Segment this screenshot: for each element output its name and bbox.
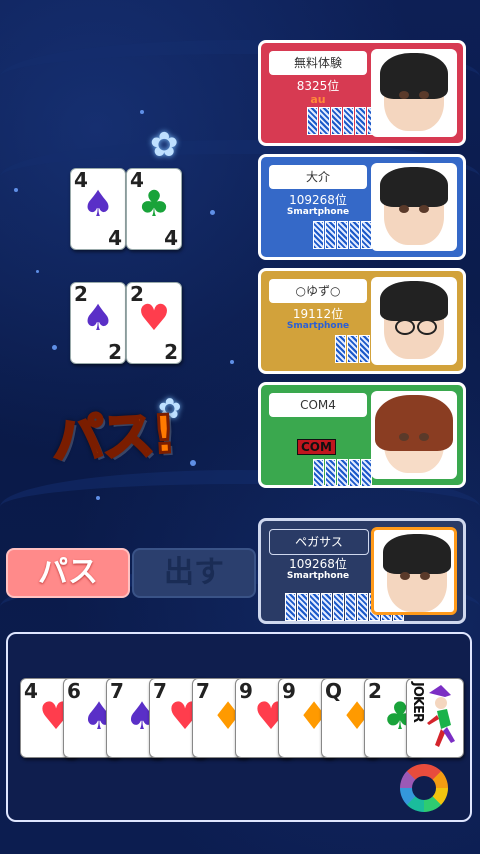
card-rank: 4: [164, 226, 178, 250]
player-name: COM4: [269, 393, 367, 417]
card-rank: 4: [108, 226, 122, 250]
card-rank: 6: [67, 679, 81, 703]
spade-icon: ♠: [81, 298, 115, 339]
player-name: ペガサス: [269, 529, 369, 555]
avatar: [371, 163, 457, 251]
player-panel: ○ゆず○ 19112位 Smartphone: [258, 268, 466, 374]
com-badge: COM: [297, 439, 336, 455]
card-deck: [307, 107, 378, 135]
sparkle: [52, 345, 57, 350]
player-device: Smartphone: [286, 571, 350, 581]
joker-icon: [427, 685, 455, 747]
played-card: 2 ♠ 2: [70, 282, 126, 364]
player-rank: 109268位: [289, 557, 347, 571]
card-rank: 2: [368, 679, 382, 703]
played-card: 4 ♠ 4: [70, 168, 126, 250]
player-panel-self: ペガサス 109268位 Smartphone: [258, 518, 466, 624]
card-rank: 7: [196, 679, 210, 703]
player-device: Smartphone: [286, 321, 350, 331]
sparkle: [210, 210, 215, 215]
avatar: [371, 391, 457, 479]
player-name: ○ゆず○: [269, 279, 367, 303]
player-name: 無料体験: [269, 51, 367, 75]
player-panel: 大介 109268位 Smartphone: [258, 154, 466, 260]
avatar: [371, 277, 457, 365]
card-rank: 7: [153, 679, 167, 703]
player-name: 大介: [269, 165, 367, 189]
pass-announcement: パス!: [49, 403, 177, 472]
sparkle: [230, 360, 234, 364]
spade-icon: ♠: [81, 184, 115, 225]
sparkle: [36, 270, 39, 273]
club-icon: ♣: [137, 184, 171, 225]
avatar: [371, 49, 457, 137]
card-deck: [335, 335, 370, 363]
player-device: Smartphone: [286, 207, 350, 217]
color-wheel-icon[interactable]: [400, 764, 448, 812]
sparkle: [96, 496, 100, 500]
player-rank: 8325位: [296, 79, 340, 93]
heart-icon: ♥: [137, 298, 171, 339]
card-deck: [313, 459, 372, 487]
card-deck: [313, 221, 372, 249]
pass-button[interactable]: パス: [6, 548, 130, 598]
star-icon: ✿: [150, 125, 179, 165]
card-rank: 9: [282, 679, 296, 703]
sparkle: [190, 460, 196, 466]
played-card: 2 ♥ 2: [126, 282, 182, 364]
player-panel: COM4 COM: [258, 382, 466, 488]
hand-card-joker[interactable]: JOKER: [406, 678, 464, 758]
avatar: [371, 527, 457, 615]
card-rank: 2: [164, 340, 178, 364]
card-rank: 2: [108, 340, 122, 364]
card-rank: 7: [110, 679, 124, 703]
sparkle: [140, 110, 144, 114]
player-rank: 109268位: [289, 193, 347, 207]
played-card: 4 ♣ 4: [126, 168, 182, 250]
play-button[interactable]: 出す: [132, 548, 256, 598]
player-panel: 無料体験 8325位 au: [258, 40, 466, 146]
player-device: au: [310, 93, 326, 106]
card-rank: 9: [239, 679, 253, 703]
sparkle: [14, 188, 18, 192]
card-rank: 4: [24, 679, 38, 703]
player-rank: 19112位: [292, 307, 344, 321]
